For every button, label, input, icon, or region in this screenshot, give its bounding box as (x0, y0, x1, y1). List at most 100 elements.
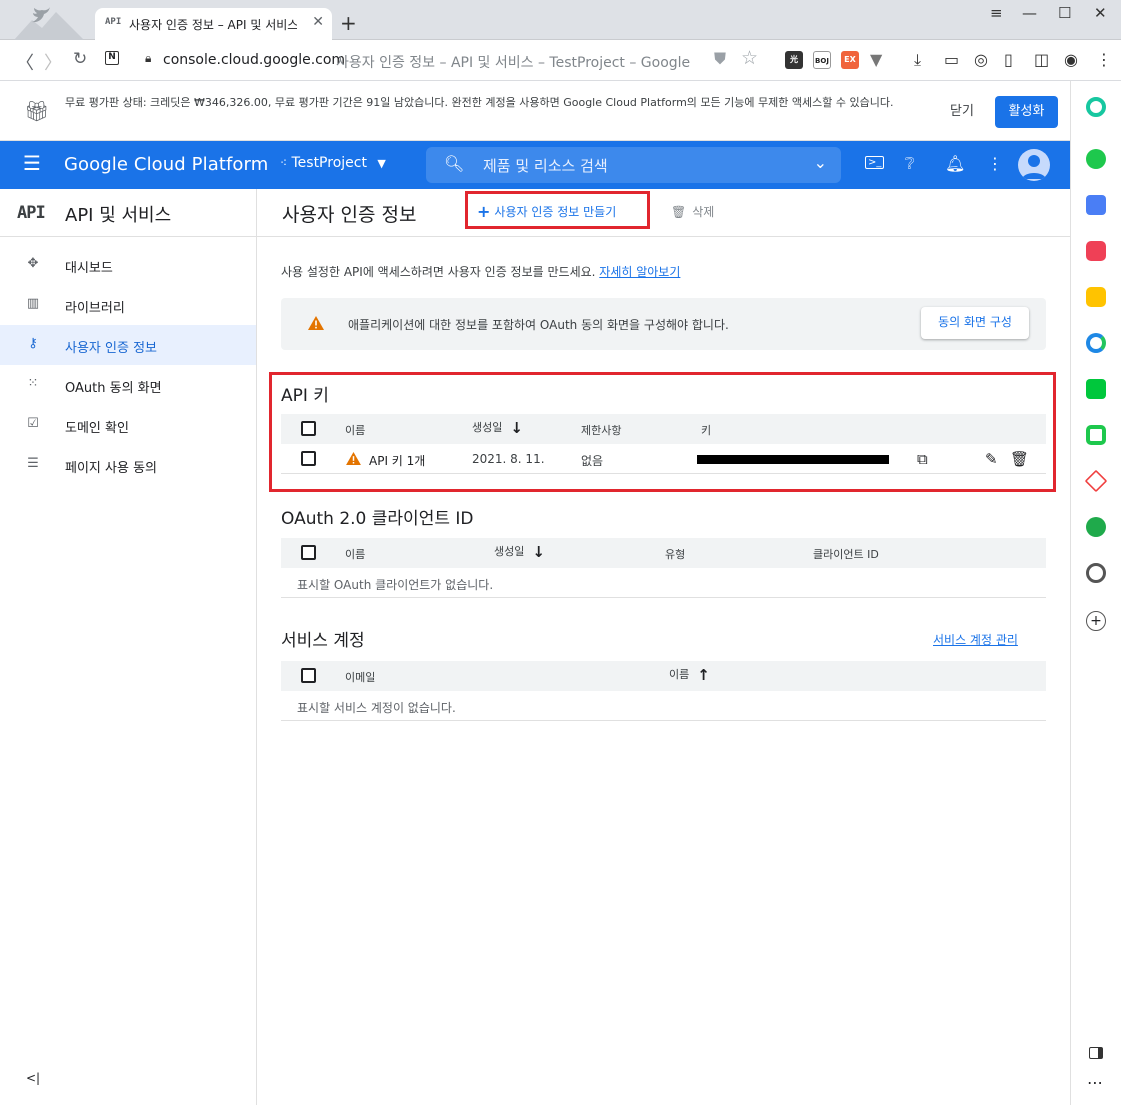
select-all-checkbox[interactable] (301, 421, 316, 436)
rail-pen-icon[interactable] (1084, 469, 1108, 493)
extension-kanji-icon[interactable]: 光 (785, 51, 803, 69)
oauth-table: 이름 생성일 ↓ 유형 클라이언트 ID 표시할 OAuth 클라이언트가 없습니… (281, 538, 1046, 598)
help-icon[interactable]: ❔︎ (905, 154, 915, 174)
manage-service-accounts-link[interactable]: 서비스 계정 관리 (933, 631, 1018, 648)
forward-icon[interactable]: 〉 (44, 49, 62, 75)
lock-icon[interactable]: 🔒︎ (145, 51, 151, 66)
rail-chart-icon[interactable] (1086, 517, 1106, 537)
url-field[interactable]: N 🔒︎ console.cloud.google.com 사용자 인증 정보 … (100, 45, 770, 75)
sidebar-item-domain-verification[interactable]: ☑ 도메인 확인 (0, 405, 256, 445)
profile-icon[interactable]: ◉ (1064, 50, 1078, 69)
tab-search-icon[interactable]: ≡ (990, 4, 1003, 22)
search-input[interactable]: 🔍︎ 제품 및 리소스 검색 ⌄ (426, 147, 841, 183)
rail-pocket-icon[interactable] (1086, 241, 1106, 261)
oauth-title: OAuth 2.0 클라이언트 ID (281, 509, 474, 529)
sidebar-item-oauth-consent[interactable]: ⁙ OAuth 동의 화면 (0, 365, 256, 405)
notifications-bell-icon[interactable]: 🔔︎ (945, 154, 965, 173)
row-checkbox[interactable] (301, 451, 316, 466)
sidebar-item-page-usage[interactable]: ☰ 페이지 사용 동의 (0, 445, 256, 485)
select-all-checkbox[interactable] (301, 668, 316, 683)
rail-panel-icon[interactable] (1089, 1047, 1103, 1059)
camera-icon[interactable]: ◎ (974, 50, 988, 69)
extension-ex-icon[interactable]: EX (841, 51, 859, 69)
site-info-icon[interactable]: N (105, 51, 119, 65)
back-icon[interactable]: 〈 (16, 49, 34, 75)
redacted-key-value (697, 455, 889, 464)
collapse-sidebar-icon[interactable]: <| (26, 1071, 40, 1085)
sidebar-item-dashboard[interactable]: ✥ 대시보드 (0, 245, 256, 285)
extension-boj-icon[interactable]: BOJ (813, 51, 831, 69)
rail-star-icon[interactable] (1086, 287, 1106, 307)
rail-circle-icon[interactable] (1086, 563, 1106, 583)
sidebar: API API 및 서비스 ✥ 대시보드 ▥ 라이브러리 ⚷ 사용자 인증 정보… (0, 189, 257, 1105)
rail-webtoon-icon[interactable] (1086, 379, 1106, 399)
sidebar-item-credentials[interactable]: ⚷ 사용자 인증 정보 (0, 325, 256, 365)
reader-icon[interactable]: ▯ (1004, 50, 1013, 69)
col-name[interactable]: 이름 ↑ (669, 666, 710, 684)
configure-consent-button[interactable]: 동의 화면 구성 (921, 307, 1029, 339)
sidebar-item-library[interactable]: ▥ 라이브러리 (0, 285, 256, 325)
col-client-id[interactable]: 클라이언트 ID (813, 546, 879, 562)
col-email[interactable]: 이메일 (345, 669, 375, 685)
page-usage-icon: ☰ (27, 456, 39, 471)
col-created[interactable]: 생성일 ↓ (472, 419, 523, 437)
copy-icon[interactable]: ⧉ (917, 450, 928, 468)
maximize-icon[interactable]: ☐ (1058, 4, 1071, 22)
rail-briefcase-icon[interactable] (1086, 195, 1106, 215)
extension-v-icon[interactable]: ▼ (870, 50, 882, 69)
sidebar-item-label: 페이지 사용 동의 (65, 461, 157, 476)
api-favicon-icon: API (105, 17, 122, 27)
gcp-brand[interactable]: Google Cloud Platform (64, 154, 268, 175)
col-key[interactable]: 키 (701, 422, 711, 438)
col-restrictions[interactable]: 제한사항 (581, 422, 621, 438)
rail-square-icon[interactable] (1086, 425, 1106, 445)
project-name: TestProject (291, 155, 367, 171)
hamburger-menu-icon[interactable]: ☰ (23, 151, 41, 175)
rail-app-1-icon[interactable] (1086, 97, 1106, 117)
delete-trash-icon[interactable]: 🗑︎ (1010, 450, 1029, 468)
reload-icon[interactable]: ↻ (73, 49, 87, 69)
activate-button[interactable]: 활성화 (995, 96, 1058, 128)
key-name[interactable]: API 키 1개 (369, 452, 425, 469)
edit-pencil-icon[interactable]: ✎ (985, 450, 998, 468)
oauth-warning-banner: 애플리케이션에 대한 정보를 포함하여 OAuth 동의 화면을 구성해야 합니… (281, 298, 1046, 350)
browser-menu-icon[interactable]: ⋮ (1096, 50, 1112, 69)
rail-add-icon[interactable]: + (1086, 611, 1106, 631)
browser-tab-active[interactable]: API 사용자 인증 정보 – API 및 서비스 ✕ (95, 8, 332, 40)
delete-button[interactable]: 🗑︎ 삭제 (671, 203, 714, 220)
select-all-checkbox[interactable] (301, 545, 316, 560)
rail-more-icon[interactable]: ⋯ (1087, 1073, 1107, 1093)
rail-edge-icon[interactable] (1086, 333, 1106, 353)
dismiss-button[interactable]: 닫기 (950, 100, 974, 119)
more-options-icon[interactable]: ⋮ (987, 154, 1003, 173)
shield-icon[interactable]: ⛊ (714, 49, 726, 69)
avatar[interactable] (1018, 149, 1050, 181)
create-credentials-button[interactable]: + 사용자 인증 정보 만들기 (465, 191, 650, 229)
rail-notification-icon[interactable] (1086, 149, 1106, 169)
sidebar-toggle-icon[interactable]: ◫ (1034, 50, 1049, 69)
search-expand-icon[interactable]: ⌄ (814, 153, 827, 172)
sort-down-icon: ↓ (532, 543, 545, 561)
col-name[interactable]: 이름 (345, 422, 365, 438)
window-close-icon[interactable]: ✕ (1094, 4, 1107, 22)
sort-down-icon: ↓ (510, 419, 523, 437)
tab-close-icon[interactable]: ✕ (312, 14, 324, 30)
bookmark-star-icon[interactable]: ☆ (741, 47, 758, 69)
tab-title: 사용자 인증 정보 – API 및 서비스 (129, 18, 297, 32)
learn-more-link[interactable]: 자세히 알아보기 (599, 265, 680, 279)
cloud-shell-icon[interactable]: >_ (865, 156, 885, 169)
col-name[interactable]: 이름 (345, 546, 365, 562)
intro-message: 사용 설정한 API에 액세스하려면 사용자 인증 정보를 만드세요. (281, 265, 596, 279)
plus-icon: + (477, 202, 491, 221)
consent-icon: ⁙ (27, 376, 39, 391)
minimize-icon[interactable]: — (1022, 4, 1037, 22)
project-picker[interactable]: ⁖ TestProject ▼ (280, 155, 386, 171)
key-created: 2021. 8. 11. (472, 452, 545, 466)
twitter-logo-icon (14, 7, 84, 40)
download-icon[interactable]: ⤓ (914, 50, 921, 70)
sidebar-item-label: OAuth 동의 화면 (65, 381, 162, 396)
new-tab-icon[interactable]: + (340, 11, 357, 35)
col-created[interactable]: 생성일 ↓ (494, 543, 545, 561)
video-icon[interactable]: ▭ (944, 50, 959, 69)
col-type[interactable]: 유형 (665, 546, 685, 562)
